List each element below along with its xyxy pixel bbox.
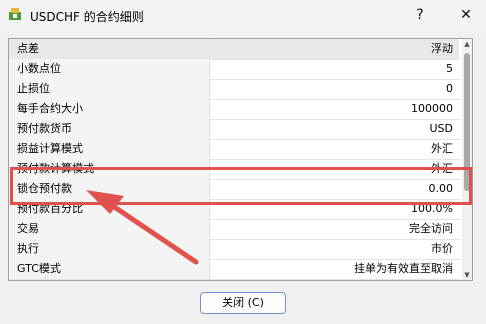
app-icon xyxy=(9,8,21,20)
property-name: 小数点位 xyxy=(9,59,210,79)
property-name: 预付款计算模式 xyxy=(9,159,210,179)
property-value: 挂单为有效直至取消 xyxy=(354,262,453,275)
property-value: 100.0% xyxy=(411,202,453,215)
grid-row[interactable]: 预付款计算模式 外汇 xyxy=(9,159,461,180)
property-name: 锁仓预付款 xyxy=(9,179,210,199)
property-value: USD xyxy=(429,122,453,135)
scrollbar-thumb[interactable] xyxy=(464,53,470,191)
property-value: 市价 xyxy=(431,242,453,255)
grid-row[interactable]: 交易 完全访问 xyxy=(9,219,461,240)
property-value: 5 xyxy=(446,62,453,75)
property-name: 损益计算模式 xyxy=(9,139,210,159)
properties-grid[interactable]: 点差 浮动 小数点位 5 止损位 0 每手合约大小 100000 预付款货币 U… xyxy=(8,38,473,281)
property-name: 预付款百分比 xyxy=(9,199,210,219)
grid-row[interactable]: 执行 市价 xyxy=(9,239,461,260)
property-value: 浮动 xyxy=(210,39,459,59)
grid-row[interactable]: 损益计算模式 外汇 xyxy=(9,139,461,160)
title-bar: USDCHF 的合约细则 ? ✕ xyxy=(0,0,486,30)
property-value: 外汇 xyxy=(431,142,453,155)
property-name: 预付款货币 xyxy=(9,119,210,139)
property-name: 交易 xyxy=(9,219,210,239)
property-name: 每手合约大小 xyxy=(9,99,210,119)
grid-row[interactable]: 点差 浮动 xyxy=(9,39,461,60)
property-name: GTC模式 xyxy=(9,259,210,279)
property-name: 止损位 xyxy=(9,79,210,99)
grid-row[interactable]: 小数点位 5 xyxy=(9,59,461,80)
vertical-scrollbar[interactable]: ▲ ▼ xyxy=(462,39,472,280)
window-title: USDCHF 的合约细则 xyxy=(30,10,144,24)
property-value: 0 xyxy=(446,82,453,95)
grid-row[interactable]: 预付款百分比 100.0% xyxy=(9,199,461,220)
property-name: 执行 xyxy=(9,239,210,259)
property-name: 点差 xyxy=(9,39,210,59)
grid-row[interactable]: 止损位 0 xyxy=(9,79,461,100)
property-value: 完全访问 xyxy=(409,222,453,235)
grid-row[interactable]: 预付款货币 USD xyxy=(9,119,461,140)
grid-row[interactable]: 锁仓预付款 0.00 xyxy=(9,179,461,200)
property-value: 外汇 xyxy=(431,162,453,175)
grid-row[interactable]: 每手合约大小 100000 xyxy=(9,99,461,120)
scroll-up-icon[interactable]: ▲ xyxy=(462,39,472,49)
close-button[interactable]: 关闭 (C) xyxy=(200,292,286,314)
scroll-down-icon[interactable]: ▼ xyxy=(462,270,472,280)
close-window-button[interactable]: ✕ xyxy=(446,0,486,30)
property-value: 0.00 xyxy=(428,182,454,195)
help-button[interactable]: ? xyxy=(400,0,440,30)
property-value: 100000 xyxy=(411,102,453,115)
grid-row[interactable]: GTC模式 挂单为有效直至取消 xyxy=(9,259,461,280)
